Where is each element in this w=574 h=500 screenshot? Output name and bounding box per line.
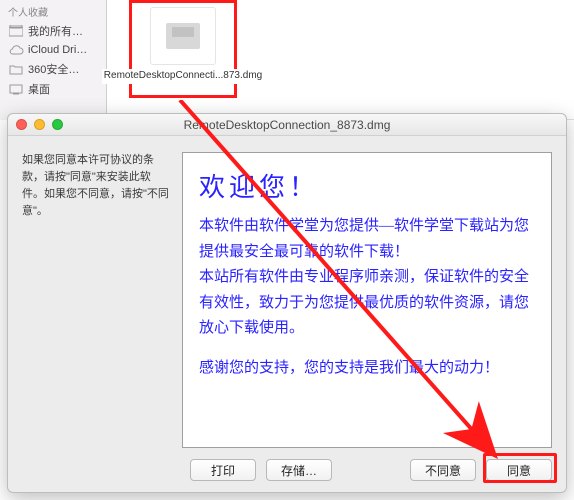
all-files-icon	[8, 24, 24, 38]
minimize-button[interactable]	[34, 119, 45, 130]
disagree-button[interactable]: 不同意	[410, 459, 476, 481]
sidebar-item-360[interactable]: 360安全…	[0, 59, 106, 79]
save-button[interactable]: 存储…	[266, 459, 332, 481]
printer-icon	[166, 23, 200, 49]
installer-window: RemoteDesktopConnection_8873.dmg 如果您同意本许…	[7, 113, 567, 493]
titlebar: RemoteDesktopConnection_8873.dmg	[8, 114, 566, 136]
welcome-body-1: 本软件由软件学堂为您提供—软件学堂下载站为您提供最安全最可靠的软件下载！ 本站所…	[199, 214, 535, 342]
sidebar-section-label: 个人收藏	[0, 0, 106, 21]
folder-icon	[8, 62, 24, 76]
file-name-label: RemoteDesktopConnecti...873.dmg	[102, 69, 264, 84]
welcome-body-2: 感谢您的支持，您的支持是我们最大的动力！	[199, 356, 535, 382]
finder-sidebar: 个人收藏 我的所有… iCloud Dri… 360安全… 桌面	[0, 0, 107, 120]
dmg-icon	[150, 7, 216, 65]
cloud-icon	[8, 43, 24, 57]
window-controls	[8, 119, 63, 130]
close-button[interactable]	[16, 119, 27, 130]
window-title: RemoteDesktopConnection_8873.dmg	[8, 118, 566, 132]
sidebar-item-all[interactable]: 我的所有…	[0, 21, 106, 41]
sidebar-item-label: 我的所有…	[28, 23, 83, 39]
sidebar-item-desktop[interactable]: 桌面	[0, 79, 106, 99]
license-instructions: 如果您同意本许可协议的条款，请按"同意"来安装此软件。如果您不同意，请按"不同意…	[22, 152, 172, 448]
desktop-icon	[8, 82, 24, 96]
button-bar: 打印 存储… 不同意 同意	[8, 448, 566, 492]
file-dmg[interactable]: RemoteDesktopConnecti...873.dmg	[129, 0, 237, 98]
zoom-button[interactable]	[52, 119, 63, 130]
agree-button[interactable]: 同意	[486, 459, 552, 481]
sidebar-item-icloud[interactable]: iCloud Dri…	[0, 41, 106, 59]
license-content: 欢迎您！ 本软件由软件学堂为您提供—软件学堂下载站为您提供最安全最可靠的软件下载…	[182, 152, 552, 448]
sidebar-item-label: iCloud Dri…	[28, 44, 87, 56]
finder-file-area: RemoteDesktopConnecti...873.dmg	[107, 0, 574, 120]
sidebar-item-label: 360安全…	[28, 61, 79, 77]
welcome-heading: 欢迎您！	[199, 167, 535, 204]
sidebar-item-label: 桌面	[28, 81, 50, 97]
finder-window: 个人收藏 我的所有… iCloud Dri… 360安全… 桌面	[0, 0, 574, 120]
print-button[interactable]: 打印	[190, 459, 256, 481]
